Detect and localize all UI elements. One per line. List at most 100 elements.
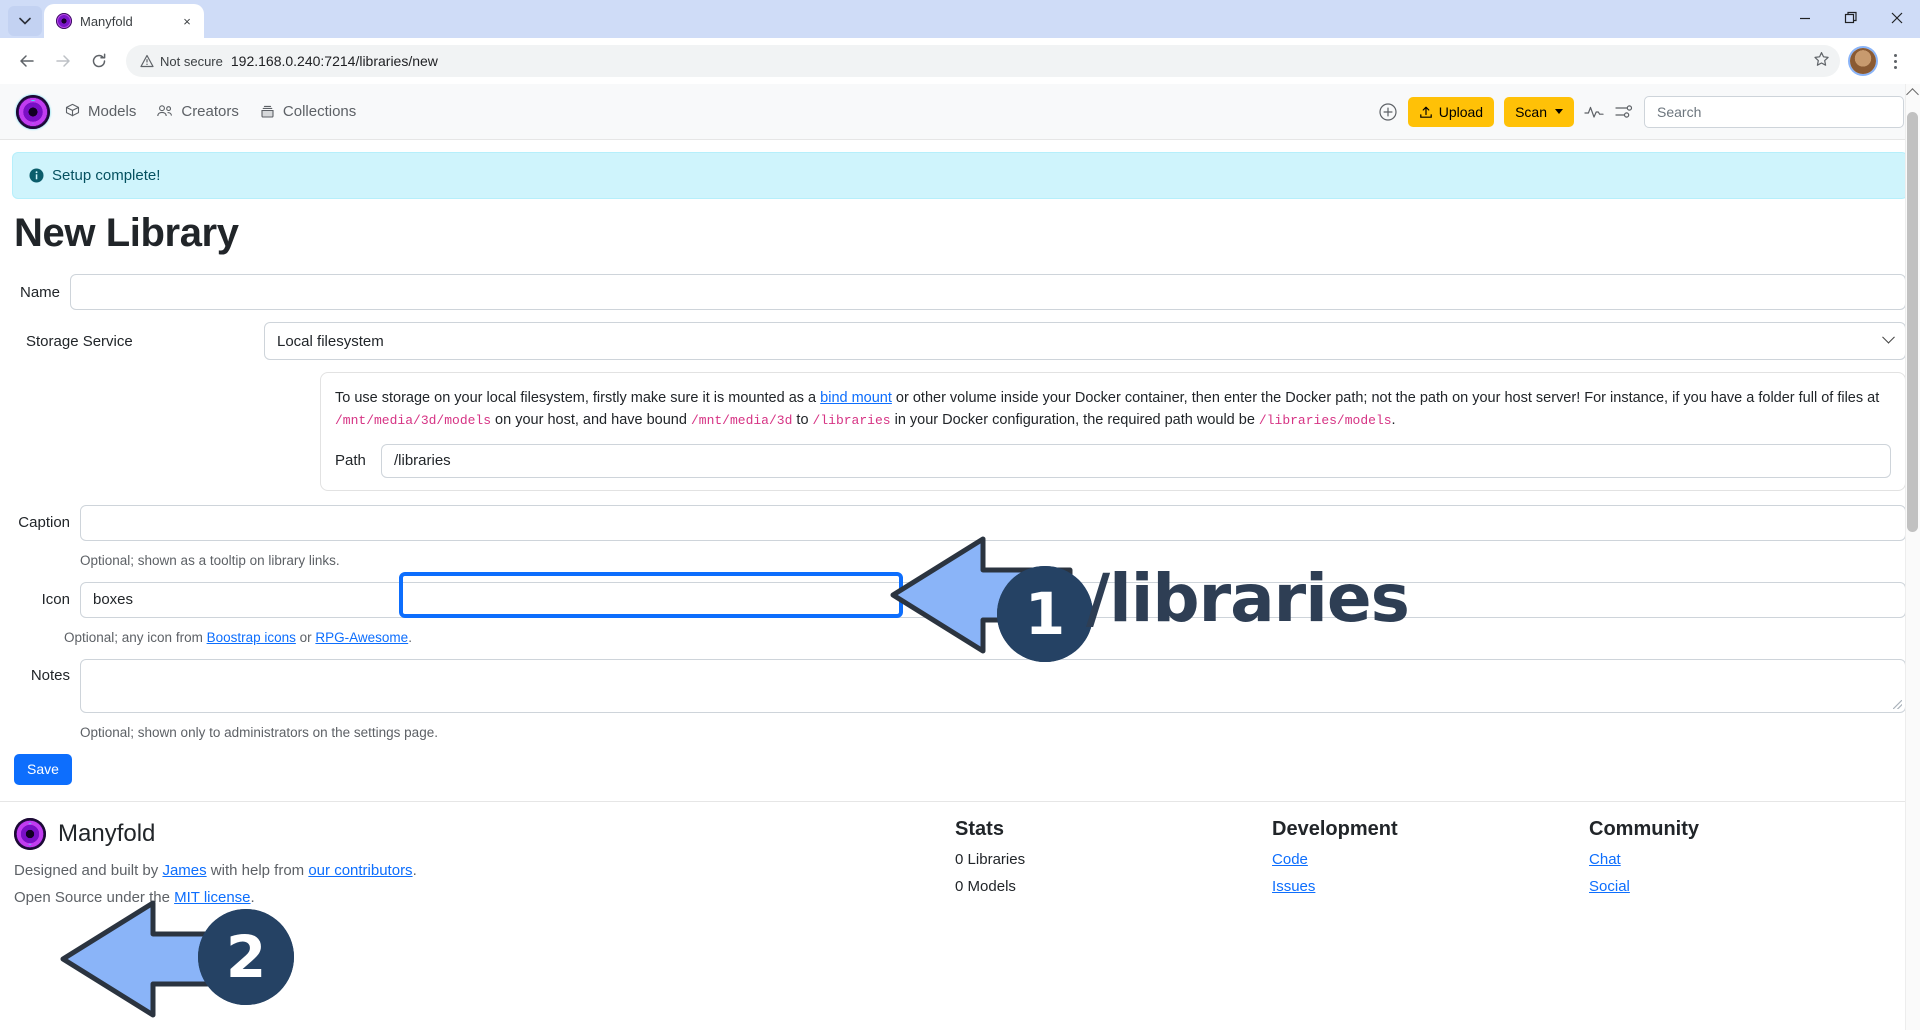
vertical-scrollbar[interactable] — [1905, 84, 1920, 1030]
nav-item-models[interactable]: Models — [64, 103, 136, 120]
field-row-path: Path /libraries — [335, 443, 1891, 478]
license-suffix: . — [250, 888, 255, 906]
security-label: Not secure — [160, 53, 223, 69]
profile-avatar[interactable] — [1850, 48, 1876, 74]
browser-tab[interactable]: Manyfold × — [44, 4, 204, 38]
warning-triangle-icon — [140, 54, 154, 68]
caption-label: Caption — [18, 514, 70, 532]
nav-label: Models — [88, 103, 137, 120]
plus-circle-icon[interactable] — [1378, 102, 1398, 122]
scrollbar-thumb[interactable] — [1907, 112, 1918, 532]
status-banner: Setup complete! — [12, 152, 1908, 199]
help-code1: /mnt/media/3d/models — [335, 413, 492, 429]
close-window-button[interactable] — [1874, 0, 1920, 36]
contributors-link[interactable]: our contributors — [308, 862, 412, 879]
step2-badge-number: 2 — [198, 909, 294, 1005]
browser-chrome: Manyfold × — [0, 0, 1920, 38]
field-row-notes: Notes — [14, 658, 1906, 713]
bootstrap-icons-link[interactable]: Boostrap icons — [207, 630, 296, 645]
browser-toolbar: Not secure 192.168.0.240:7214/libraries/… — [0, 38, 1920, 84]
address-bar[interactable]: Not secure 192.168.0.240:7214/libraries/… — [126, 45, 1840, 77]
footer-heading: Stats — [955, 817, 1004, 840]
help-part3: on your host, and have bound — [491, 412, 691, 429]
footer-column-stats: Stats 0 Libraries 0 Models — [955, 818, 1272, 916]
bind-mount-link[interactable]: bind mount — [820, 390, 892, 406]
upload-label: Upload — [1438, 103, 1484, 120]
rpg-awesome-link[interactable]: RPG-Awesome — [315, 630, 408, 645]
james-link[interactable]: James — [162, 862, 206, 879]
primary-nav: Models Creators Collections — [64, 103, 356, 120]
field-row-storage-service: Storage Service Local filesystem — [14, 322, 1906, 360]
footer-column-community: Community Chat Social — [1589, 818, 1906, 916]
window-controls — [1782, 0, 1920, 36]
storage-service-label: Storage Service — [26, 332, 133, 350]
activity-pulse-icon[interactable] — [1584, 104, 1604, 120]
nav-item-collections[interactable]: Collections — [259, 103, 356, 120]
help-part5: in your Docker configuration, the requir… — [890, 412, 1259, 429]
name-label: Name — [19, 283, 60, 301]
credits-mid: with help from — [206, 861, 309, 879]
security-indicator[interactable]: Not secure — [140, 54, 223, 69]
code-link[interactable]: Code — [1272, 851, 1308, 868]
info-circle-icon — [29, 168, 44, 183]
back-button[interactable] — [10, 44, 44, 78]
manyfold-logo-icon — [56, 13, 72, 29]
footer-license-line: Open Source under the MIT license. — [14, 889, 955, 906]
license-prefix: Open Source under the — [14, 888, 175, 906]
save-button[interactable]: Save — [14, 753, 72, 785]
social-link[interactable]: Social — [1589, 878, 1630, 895]
icon-input[interactable]: boxes — [80, 581, 1906, 618]
footer-brand-column: Manyfold Designed and built by James wit… — [14, 817, 955, 916]
credits-prefix: Designed and built by — [14, 861, 163, 879]
storage-service-select[interactable]: Local filesystem — [264, 322, 1906, 360]
sliders-icon[interactable] — [1614, 103, 1634, 121]
minimize-button[interactable] — [1782, 0, 1828, 36]
credits-suffix: . — [412, 861, 417, 879]
scan-label: Scan — [1515, 103, 1547, 120]
icon-hint: Optional; any icon from Boostrap icons o… — [64, 630, 1906, 645]
notes-textarea[interactable] — [80, 658, 1906, 713]
nav-item-creators[interactable]: Creators — [156, 103, 239, 120]
manyfold-logo[interactable] — [16, 94, 50, 129]
search-input[interactable]: Search — [1644, 95, 1904, 128]
path-label: Path — [335, 452, 366, 470]
star-icon[interactable] — [1813, 51, 1830, 71]
storage-service-panel: To use storage on your local filesystem,… — [320, 372, 1906, 491]
chat-link[interactable]: Chat — [1589, 851, 1621, 868]
path-input[interactable]: /libraries — [381, 443, 1891, 478]
help-code3: /libraries — [812, 413, 891, 429]
scroll-up-arrow[interactable] — [1906, 88, 1919, 101]
footer-heading: Community — [1589, 817, 1700, 840]
notes-hint: Optional; shown only to administrators o… — [80, 724, 438, 740]
maximize-button[interactable] — [1828, 0, 1874, 36]
reload-button[interactable] — [82, 44, 116, 78]
tab-search-button[interactable] — [8, 6, 42, 36]
name-input[interactable] — [70, 274, 1906, 310]
upload-button[interactable]: Upload — [1407, 96, 1495, 127]
page-viewport: Models Creators Collections Upload Scan — [0, 84, 1920, 1030]
caption-input[interactable] — [80, 504, 1906, 541]
footer-stat-libraries: 0 Libraries — [955, 850, 1026, 868]
upload-icon — [1419, 106, 1432, 118]
help-code2: /mnt/media/3d — [690, 413, 793, 429]
footer-heading: Development — [1272, 817, 1398, 840]
people-icon — [157, 105, 173, 117]
status-text: Setup complete! — [52, 167, 161, 184]
forward-button[interactable] — [46, 44, 80, 78]
mit-license-link[interactable]: MIT license — [174, 889, 250, 906]
page-container: New Library Name Storage Service Local f… — [0, 211, 1920, 785]
site-navbar: Models Creators Collections Upload Scan — [0, 84, 1920, 140]
issues-link[interactable]: Issues — [1272, 878, 1315, 895]
icon-hint-prefix: Optional; any icon from — [64, 629, 207, 645]
storage-service-value: Local filesystem — [277, 332, 384, 350]
close-icon[interactable]: × — [178, 12, 196, 30]
footer-stat-models: 0 Models — [955, 877, 1016, 895]
chevron-down-icon — [1882, 330, 1895, 344]
kebab-menu-icon[interactable] — [1880, 46, 1910, 76]
icon-hint-mid: or — [295, 629, 316, 645]
scan-button[interactable]: Scan — [1504, 96, 1574, 127]
tab-title: Manyfold — [80, 13, 133, 29]
footer-link-wrap: Chat — [1589, 851, 1906, 868]
field-row-name: Name — [14, 274, 1906, 310]
collection-icon — [261, 105, 274, 118]
